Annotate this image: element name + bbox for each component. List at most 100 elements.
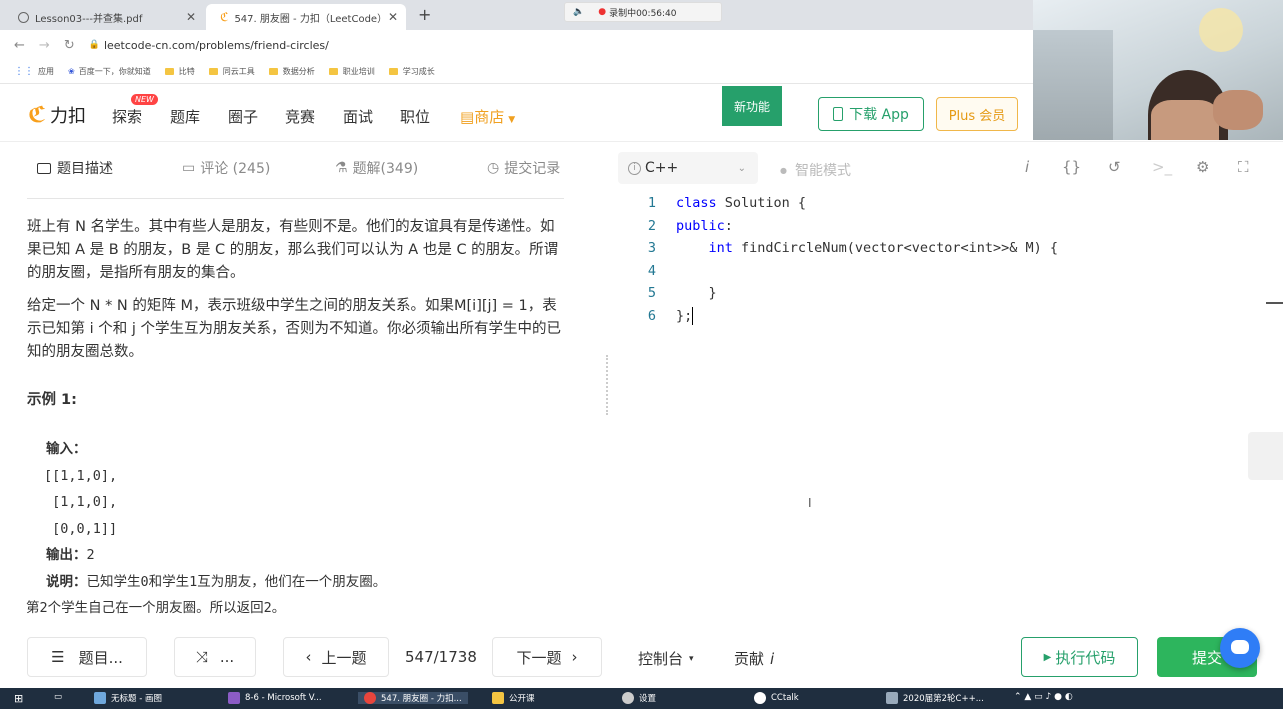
tab-description[interactable]: 题目描述 bbox=[37, 158, 113, 178]
tab-solutions[interactable]: ⚗ 题解(349) bbox=[335, 158, 418, 178]
smart-mode-toggle[interactable]: ● 智能模式 bbox=[780, 160, 851, 180]
example-explain-label: 说明： bbox=[46, 573, 87, 590]
problem-tabs: 题目描述 ▭ 评论 (245) ⚗ 题解(349) ◷ 提交记录 bbox=[0, 148, 600, 199]
problem-list-button[interactable]: ☰ 题目... bbox=[27, 637, 147, 677]
info-icon: i bbox=[628, 161, 641, 175]
back-icon[interactable]: ← bbox=[14, 38, 25, 53]
new-feature-button[interactable]: 新功能 bbox=[722, 86, 782, 126]
nav-contest[interactable]: 竞赛 bbox=[285, 106, 315, 127]
language-select[interactable]: i C++ ⌄ bbox=[618, 152, 758, 184]
nav-store[interactable]: ▤商店 ▼ bbox=[460, 106, 515, 127]
leetcode-favicon-icon: ℭ bbox=[220, 10, 229, 24]
prev-problem-button[interactable]: ‹ 上一题 bbox=[283, 637, 389, 677]
site-logo[interactable]: ℭ 力扣 bbox=[28, 102, 86, 128]
description-paragraph: 给定一个 N * N 的矩阵 M，表示班级中学生之间的朋友关系。如果M[i][j… bbox=[27, 298, 561, 360]
taskbar-item-folder[interactable]: 公开课 bbox=[492, 692, 535, 704]
side-drawer-handle[interactable] bbox=[1248, 432, 1283, 480]
run-code-button[interactable]: ▶ 执行代码 bbox=[1021, 637, 1138, 677]
taskbar-item-paint[interactable]: 无标题 - 画图 bbox=[94, 692, 162, 704]
taskbar-item-class[interactable]: 2020届第2轮C++... bbox=[886, 692, 984, 704]
phone-icon bbox=[833, 107, 844, 121]
windows-start-icon[interactable]: ⊞ bbox=[14, 692, 23, 705]
bookmark-baidu[interactable]: ❀ 百度一下，你就知道 bbox=[68, 66, 151, 77]
speaker-icon: 🔈 bbox=[573, 7, 585, 17]
chrome-icon bbox=[364, 692, 376, 704]
code-line: 6}; bbox=[647, 306, 694, 325]
nav-problems[interactable]: 题库 bbox=[170, 106, 200, 127]
globe-icon bbox=[18, 11, 29, 23]
reload-icon[interactable]: ↻ bbox=[64, 38, 75, 53]
close-tab-icon[interactable]: ✕ bbox=[388, 10, 398, 24]
people-icon bbox=[886, 692, 898, 704]
plus-member-button[interactable]: Plus 会员 bbox=[936, 97, 1018, 131]
contribute-link[interactable]: 贡献 i bbox=[734, 648, 774, 669]
bookmark-apps[interactable]: ⋮⋮ 应用 bbox=[14, 66, 54, 77]
taskbar-item-chrome[interactable]: 547. 朋友圈 - 力扣... bbox=[358, 692, 468, 704]
next-problem-button[interactable]: 下一题 › bbox=[492, 637, 602, 677]
braces-icon[interactable]: {} bbox=[1062, 158, 1081, 176]
bookmark-folder[interactable]: 职业培训 bbox=[328, 66, 375, 77]
fullscreen-icon[interactable]: ⛶ bbox=[1238, 158, 1249, 176]
taskbar-item-vs[interactable]: 8-6 - Microsoft V... bbox=[228, 692, 322, 704]
random-problem-button[interactable]: ⤨... bbox=[174, 637, 256, 677]
browser-tab-leetcode[interactable]: ℭ 547. 朋友圈 - 力扣（LeetCode） ✕ bbox=[206, 4, 406, 30]
chevron-right-icon: › bbox=[571, 648, 578, 666]
folder-icon bbox=[208, 68, 218, 75]
close-tab-icon[interactable]: ✕ bbox=[186, 10, 196, 24]
example-input-line: [1,1,0], bbox=[44, 494, 118, 510]
reset-icon[interactable]: ↺ bbox=[1108, 158, 1121, 176]
recording-indicator: 🔈 ● 录制中00:56:40 bbox=[564, 2, 722, 22]
folder-icon bbox=[492, 692, 504, 704]
record-dot-icon: ● bbox=[598, 7, 607, 17]
download-app-button[interactable]: 下载 App bbox=[818, 97, 924, 131]
paint-icon bbox=[94, 692, 106, 704]
list-icon: ☰ bbox=[51, 648, 65, 666]
os-taskbar: ⊞ ▭ 无标题 - 画图 8-6 - Microsoft V... 547. 朋… bbox=[0, 688, 1283, 709]
system-tray-icons[interactable]: ⌃ ▲ ▭ ♪ ● ◐ bbox=[1014, 692, 1073, 702]
chat-bubble-icon[interactable] bbox=[1220, 628, 1260, 668]
forward-icon[interactable]: → bbox=[39, 38, 50, 53]
console-toggle[interactable]: 控制台 ▾ bbox=[638, 648, 694, 669]
panel-splitter[interactable] bbox=[606, 355, 610, 415]
ceiling-lamp bbox=[1199, 8, 1243, 52]
dot-icon: ● bbox=[780, 165, 787, 175]
paw-icon: ❀ bbox=[68, 67, 75, 76]
bookmark-folder[interactable]: 数据分析 bbox=[268, 66, 315, 77]
info-italic-icon[interactable]: i bbox=[1025, 158, 1029, 176]
nav-jobs[interactable]: 职位 bbox=[400, 106, 430, 127]
example-explain-text: 已知学生0和学生1互为朋友，他们在一个朋友圈。 bbox=[86, 573, 387, 590]
example-title: 示例 1: bbox=[27, 392, 77, 408]
taskbar-item-cctalk[interactable]: CCtalk bbox=[754, 692, 799, 704]
comment-icon: ▭ bbox=[182, 160, 196, 176]
terminal-icon[interactable]: >_ bbox=[1152, 158, 1172, 176]
task-view-icon[interactable]: ▭ bbox=[54, 692, 62, 702]
bookmark-folder[interactable]: 同云工具 bbox=[208, 66, 255, 77]
ibeam-cursor-icon: I bbox=[808, 496, 812, 510]
nav-circles[interactable]: 圈子 bbox=[228, 106, 258, 127]
browser-tab-pdf[interactable]: Lesson03---并查集.pdf ✕ bbox=[4, 4, 204, 30]
text-cursor bbox=[692, 306, 694, 325]
bookmark-folder[interactable]: 比特 bbox=[164, 66, 195, 77]
description-paragraph: 班上有 N 名学生。其中有些人是朋友，有些则不是。他们的友谊具有是传递性。如果已… bbox=[27, 219, 559, 281]
example-explain-text: 第2个学生自己在一个朋友圈。所以返回2。 bbox=[26, 600, 286, 616]
code-line: 4 bbox=[647, 262, 656, 279]
code-editor[interactable]: 1 class Solution { 2 public: 3 int findCir… bbox=[640, 192, 1058, 327]
taskbar-item-settings[interactable]: 设置 bbox=[622, 692, 656, 704]
tab-comments[interactable]: ▭ 评论 (245) bbox=[182, 158, 270, 178]
nav-explore[interactable]: 探索 bbox=[112, 106, 142, 127]
bookmark-folder[interactable]: 学习成长 bbox=[388, 66, 435, 77]
wall-shadow bbox=[1033, 30, 1113, 140]
flask-icon: ⚗ bbox=[335, 160, 348, 176]
url-field[interactable]: leetcode-cn.com/problems/friend-circles/ bbox=[104, 39, 329, 52]
folder-icon bbox=[268, 68, 278, 75]
code-line: 1 class Solution { bbox=[647, 195, 807, 212]
nav-interview[interactable]: 面试 bbox=[343, 106, 373, 127]
person-face bbox=[1151, 100, 1219, 140]
settings-icon[interactable]: ⚙ bbox=[1196, 158, 1209, 176]
chevron-left-icon: ‹ bbox=[305, 648, 312, 666]
new-tab-icon[interactable]: + bbox=[418, 5, 431, 24]
tabs-divider bbox=[27, 198, 564, 199]
tab-submissions[interactable]: ◷ 提交记录 bbox=[487, 158, 560, 178]
person-hand bbox=[1213, 90, 1263, 130]
example-output-value: 2 bbox=[86, 547, 95, 563]
